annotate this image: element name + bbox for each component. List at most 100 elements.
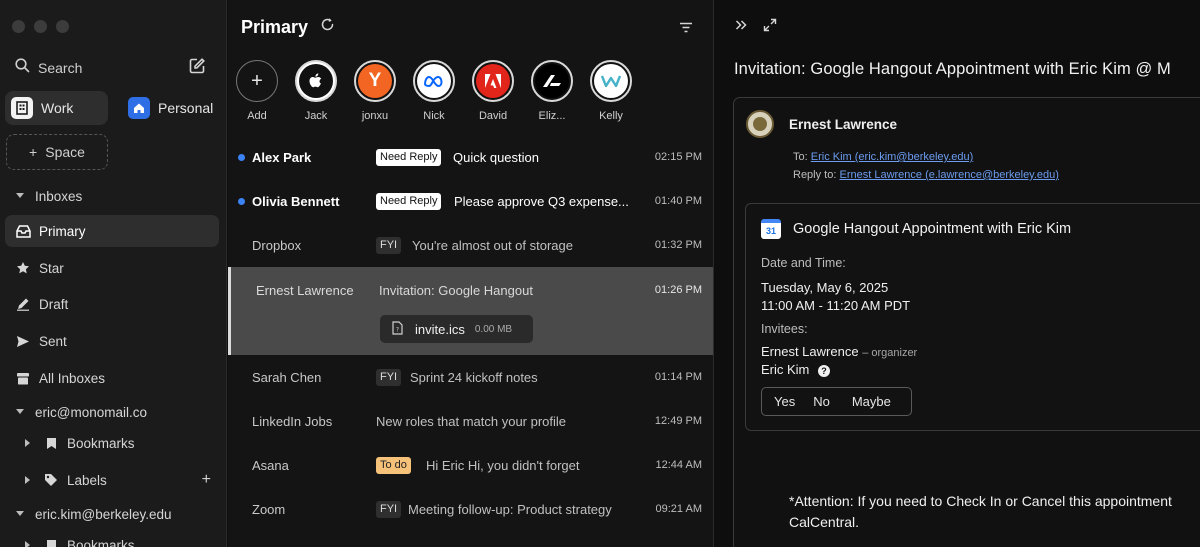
to-label: To: (793, 151, 808, 163)
email-time: 01:40 PM (654, 195, 702, 207)
minimize-window-button[interactable] (34, 20, 47, 33)
sidebar-item-labels[interactable]: Labels + (5, 464, 219, 496)
attachment-chip[interactable]: ? invite.ics 0.00 MB (380, 315, 533, 343)
email-subject: Meeting follow-up: Product strategy (408, 501, 612, 517)
email-sender: Zoom (252, 501, 286, 517)
email-row[interactable]: Sarah Chen FYI Sprint 24 kickoff notes 0… (228, 355, 713, 399)
email-subject: Hi Eric Hi, you didn't forget (426, 457, 580, 473)
email-row[interactable]: Dropbox FYI You're almost out of storage… (228, 223, 713, 267)
contact-kelly[interactable]: Kelly (590, 60, 632, 122)
email-subject: Invitation: Google Hangout (379, 283, 533, 298)
bookmark-icon (43, 537, 59, 547)
contact-david[interactable]: David (472, 60, 514, 122)
sidebar-item-star[interactable]: Star (5, 252, 219, 284)
contact-name: Jack (304, 110, 328, 122)
star-icon (15, 260, 31, 276)
search-bar[interactable]: Search (15, 57, 206, 79)
google-calendar-icon: 31 (761, 219, 781, 239)
contact-jonxu[interactable]: Y jonxu (354, 60, 396, 122)
meta-logo-icon (413, 60, 455, 102)
need-reply-badge: Need Reply (376, 148, 442, 166)
compose-icon[interactable] (188, 57, 206, 80)
contact-name: jonxu (361, 110, 389, 122)
rsvp-yes-button[interactable]: Yes (762, 394, 795, 409)
account-section-monomail[interactable]: eric@monomail.co (5, 396, 219, 428)
email-row[interactable]: Asana To do Hi Eric Hi, you didn't forge… (228, 443, 713, 487)
filter-icon[interactable] (679, 20, 693, 38)
datetime-label: Date and Time: (761, 256, 846, 270)
organizer-name: Ernest Lawrence (761, 344, 859, 359)
event-header: 31 Google Hangout Appointment with Eric … (761, 219, 1071, 239)
calendar-event-card: 31 Google Hangout Appointment with Eric … (745, 203, 1200, 431)
collapse-panel-icon[interactable] (735, 18, 747, 37)
add-space-button[interactable]: + Space (6, 134, 108, 170)
expand-icon[interactable] (763, 18, 777, 37)
contact-eliz[interactable]: Eliz... (531, 60, 573, 122)
email-list-pane: Primary + Add Jack Y jonxu Nick David El… (228, 0, 714, 547)
invitees-label: Invitees: (761, 322, 808, 336)
email-time: 12:49 PM (654, 415, 702, 427)
space-work[interactable]: Work (5, 91, 108, 125)
space-personal-label: Personal (158, 100, 214, 116)
sidebar-item-star-label: Star (39, 260, 64, 276)
to-address-link[interactable]: Eric Kim (eric.kim@berkeley.edu) (811, 151, 974, 163)
sidebar-item-draft[interactable]: Draft (5, 288, 219, 320)
refresh-icon[interactable] (320, 17, 335, 37)
email-sender: LinkedIn Jobs (252, 413, 333, 429)
email-time: 12:44 AM (655, 459, 702, 471)
inboxes-section[interactable]: Inboxes (5, 180, 219, 212)
email-time: 01:26 PM (654, 284, 702, 296)
invitee-organizer: Ernest Lawrence – organizer (761, 344, 917, 359)
contact-jack[interactable]: Jack (295, 60, 337, 122)
favorite-contacts: + Add Jack Y jonxu Nick David Eliz... Ke… (236, 60, 632, 122)
email-subject: Sprint 24 kickoff notes (410, 369, 538, 385)
contact-nick[interactable]: Nick (413, 60, 455, 122)
sidebar-item-sent[interactable]: Sent (5, 325, 219, 357)
email-row-selected[interactable]: Ernest Lawrence Invitation: Google Hango… (228, 267, 713, 355)
attention-note: *Attention: If you need to Check In or C… (789, 491, 1172, 533)
avatar (746, 110, 774, 138)
zoom-window-button[interactable] (56, 20, 69, 33)
sidebar-item-all-inboxes[interactable]: All Inboxes (5, 362, 219, 394)
event-title: Google Hangout Appointment with Eric Kim (793, 221, 1072, 237)
add-label-button[interactable]: + (202, 471, 211, 489)
y-logo-icon: Y (354, 60, 396, 102)
account-label-monomail: eric@monomail.co (35, 404, 147, 420)
email-time: 01:32 PM (654, 239, 702, 251)
email-time: 09:21 AM (655, 503, 702, 515)
list-header: Primary (241, 14, 697, 40)
sidebar-item-bookmarks[interactable]: Bookmarks (5, 427, 219, 459)
email-sender: Olivia Bennett (252, 193, 340, 209)
space-work-label: Work (41, 100, 74, 116)
to-line: To: Eric Kim (eric.kim@berkeley.edu) (793, 151, 973, 163)
sidebar-item-primary[interactable]: Primary (5, 215, 219, 247)
account-section-berkeley[interactable]: eric.kim@berkeley.edu (5, 498, 219, 530)
close-window-button[interactable] (12, 20, 25, 33)
email-sender: Asana (252, 457, 289, 473)
email-row[interactable]: LinkedIn Jobs New roles that match your … (228, 399, 713, 443)
rsvp-no-button[interactable]: No (795, 394, 830, 409)
sidebar-item-bookmarks-2[interactable]: Bookmarks (5, 529, 219, 547)
inboxes-label: Inboxes (35, 188, 83, 204)
contact-name: Kelly (599, 110, 623, 122)
email-subject: New roles that match your profile (376, 413, 567, 429)
rsvp-maybe-button[interactable]: Maybe (830, 394, 891, 409)
todo-badge: To do (376, 456, 411, 474)
email-row[interactable]: Olivia Bennett Need Reply Please approve… (228, 179, 713, 223)
email-row[interactable]: Zoom FYI Meeting follow-up: Product stra… (228, 487, 713, 531)
svg-text:?: ? (396, 326, 399, 333)
reply-to-line: Reply to: Ernest Lawrence (e.lawrence@be… (793, 169, 1059, 181)
reader-toolbar (735, 18, 777, 37)
contact-name: Add (247, 110, 267, 122)
attention-line-1: *Attention: If you need to Check In or C… (789, 493, 1172, 509)
sidebar-item-bookmarks-label: Bookmarks (67, 435, 135, 451)
file-icon: ? (392, 320, 403, 338)
contact-name: Nick (423, 110, 445, 122)
email-row[interactable]: Alex Park Need Reply Quick question 02:1… (228, 135, 713, 179)
sender-name: Ernest Lawrence (789, 116, 898, 132)
need-reply-badge: Need Reply (376, 192, 442, 210)
contact-add[interactable]: + Add (236, 60, 278, 122)
space-personal[interactable]: Personal (122, 91, 221, 125)
reading-pane: Invitation: Google Hangout Appointment w… (715, 0, 1200, 547)
reply-to-address-link[interactable]: Ernest Lawrence (e.lawrence@berkeley.edu… (839, 169, 1058, 181)
